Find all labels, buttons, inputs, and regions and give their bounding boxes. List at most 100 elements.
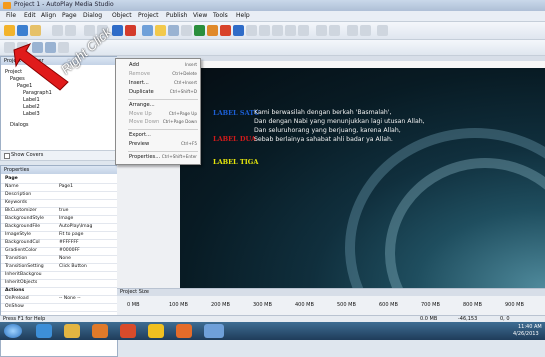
property-row[interactable]: Transition None <box>1 256 117 264</box>
menu-item-arrange[interactable]: Arrange... <box>129 102 199 110</box>
input-object-icon[interactable] <box>168 25 179 36</box>
menu-item-label: Move Up <box>129 111 152 117</box>
menu-item-properties[interactable]: Properties... Ctrl+Shift+Enter <box>129 154 199 162</box>
clock-time: 11:40 AM <box>518 324 542 330</box>
property-key: InheritBackgrou <box>5 272 42 277</box>
paragraph-line-4[interactable]: Sebab berlainya sahabat ahli badar ya Al… <box>254 136 393 143</box>
menu-item-label: Move Down <box>129 119 160 125</box>
menu-item-add[interactable]: Add Insert <box>129 62 199 70</box>
property-row[interactable]: Page <box>1 176 117 184</box>
pdf-object-icon[interactable] <box>233 25 244 36</box>
menu-tools[interactable]: Tools <box>213 12 228 19</box>
context-menu: Add Insert Remove Ctrl+Delete Insert... Ctr… <box>115 58 201 165</box>
property-row[interactable]: BkCustomizer true <box>1 208 117 216</box>
property-row[interactable]: InheritObjects <box>1 280 117 288</box>
property-row[interactable]: OnShow <box>1 304 117 312</box>
property-row[interactable]: OnPreload -- None -- <box>1 296 117 304</box>
menu-item-move-down[interactable]: Move Down Ctrl+Page Down <box>129 119 199 127</box>
property-row[interactable]: Keywords <box>1 200 117 208</box>
tree-item-dialogs[interactable]: Dialogs <box>10 122 29 128</box>
property-row[interactable]: GradientColor #0000FF <box>1 248 117 256</box>
menu-view[interactable]: View <box>193 12 207 19</box>
open-icon[interactable] <box>30 25 41 36</box>
menu-align[interactable]: Align <box>41 12 56 19</box>
autoplay-task-icon[interactable] <box>204 324 224 338</box>
paragraph-line-1[interactable]: Kami berwasilah dengan berkah 'Basmalah'… <box>254 109 392 116</box>
media-icon[interactable] <box>92 324 108 338</box>
property-value: AutoPlay\Imag <box>59 224 93 229</box>
app-icon-2[interactable] <box>176 324 192 338</box>
list-object-icon[interactable] <box>181 25 192 36</box>
property-row[interactable]: BackgroundStyle Image <box>1 216 117 224</box>
ie-icon[interactable] <box>36 324 52 338</box>
richtext-object-icon[interactable] <box>347 25 358 36</box>
menu-item-insert[interactable]: Insert... Ctrl+Insert <box>129 80 199 88</box>
property-key: GradientColor <box>5 248 37 253</box>
menu-edit[interactable]: Edit <box>24 12 36 19</box>
firefox-icon[interactable] <box>120 324 136 338</box>
menu-item-duplicate[interactable]: Duplicate Ctrl+Shift+D <box>129 89 199 97</box>
menu-project[interactable]: Project <box>138 12 159 19</box>
save-icon[interactable] <box>17 25 28 36</box>
copy-icon[interactable] <box>65 25 76 36</box>
tree-item-label3[interactable]: Label3 <box>23 111 40 117</box>
radio-object-icon[interactable] <box>285 25 296 36</box>
label-dua[interactable]: LABEL DUA <box>213 135 256 143</box>
label-tiga[interactable]: LABEL TIGA <box>213 158 258 166</box>
folder-icon[interactable] <box>64 324 80 338</box>
start-icon[interactable] <box>4 324 22 338</box>
page-canvas[interactable]: LABEL SATU LABEL DUA LABEL TIGA Kami ber… <box>180 68 545 288</box>
web-object-icon[interactable] <box>194 25 205 36</box>
grid-object-icon[interactable] <box>259 25 270 36</box>
menu-object[interactable]: Object <box>112 12 132 19</box>
property-key: InheritObjects <box>5 280 38 285</box>
paragraph-line-3[interactable]: Dan seluruhorang yang berjuang, karena A… <box>254 127 401 134</box>
size-ruler: 0 MB 100 MB 200 MB 300 MB 400 MB 500 MB … <box>117 296 545 315</box>
menu-dialog[interactable]: Dialog <box>83 12 102 19</box>
slider-object-icon[interactable] <box>329 25 340 36</box>
property-row[interactable]: BackgroundFile AutoPlay\Imag <box>1 224 117 232</box>
checkbox-icon[interactable] <box>4 153 10 159</box>
chrome-icon[interactable] <box>148 324 164 338</box>
combo-object-icon[interactable] <box>298 25 309 36</box>
property-key: TransitionSetting <box>5 264 44 269</box>
property-row[interactable]: Name Page1 <box>1 184 117 192</box>
slideshow-object-icon[interactable] <box>360 25 371 36</box>
tree-item-label2[interactable]: Label2 <box>23 104 40 110</box>
progress-object-icon[interactable] <box>316 25 327 36</box>
checkbox-object-icon[interactable] <box>272 25 283 36</box>
menu-item-shortcut: Ctrl+Shift+Enter <box>161 154 197 159</box>
pencil-icon[interactable] <box>377 25 388 36</box>
property-row[interactable]: Actions <box>1 288 117 296</box>
property-row[interactable]: TransitionSetting Click Button <box>1 264 117 272</box>
menu-help[interactable]: Help <box>236 12 250 19</box>
menu-item-move-up[interactable]: Move Up Ctrl+Page Up <box>129 111 199 119</box>
menu-page[interactable]: Page <box>62 12 77 19</box>
paragraph-object-icon[interactable] <box>155 25 166 36</box>
menu-publish[interactable]: Publish <box>166 12 187 19</box>
property-row[interactable]: BackgroundCol #FFFFFF <box>1 240 117 248</box>
button-object-icon[interactable] <box>142 25 153 36</box>
property-value: Click Button <box>59 264 87 269</box>
paragraph-line-2[interactable]: Dan dengan Nabi yang menunjukkan lagi ut… <box>254 118 425 125</box>
tree-object-icon[interactable] <box>246 25 257 36</box>
menu-item-export[interactable]: Export... <box>129 132 199 140</box>
tree-item-label1[interactable]: Label1 <box>23 97 40 103</box>
property-row[interactable]: ImageStyle Fit to page <box>1 232 117 240</box>
property-row[interactable]: Description <box>1 192 117 200</box>
video-object-icon[interactable] <box>220 25 231 36</box>
new-icon[interactable] <box>4 25 15 36</box>
size-tick: 800 MB <box>463 302 482 308</box>
app-icon <box>3 2 11 9</box>
menu-item-preview[interactable]: Preview Ctrl+F5 <box>129 141 199 149</box>
menu-item-shortcut: Ctrl+Shift+D <box>169 89 197 94</box>
property-row[interactable]: InheritBackgrou <box>1 272 117 280</box>
menu-item-remove[interactable]: Remove Ctrl+Delete <box>129 71 199 79</box>
label-satu[interactable]: LABEL SATU <box>213 109 260 117</box>
menu-file[interactable]: File <box>6 12 16 19</box>
cut-icon[interactable] <box>52 25 63 36</box>
show-covers-checkbox[interactable]: Show Covers <box>0 150 118 161</box>
label-object-icon[interactable] <box>125 25 136 36</box>
flash-object-icon[interactable] <box>207 25 218 36</box>
property-value: Image <box>59 216 74 221</box>
